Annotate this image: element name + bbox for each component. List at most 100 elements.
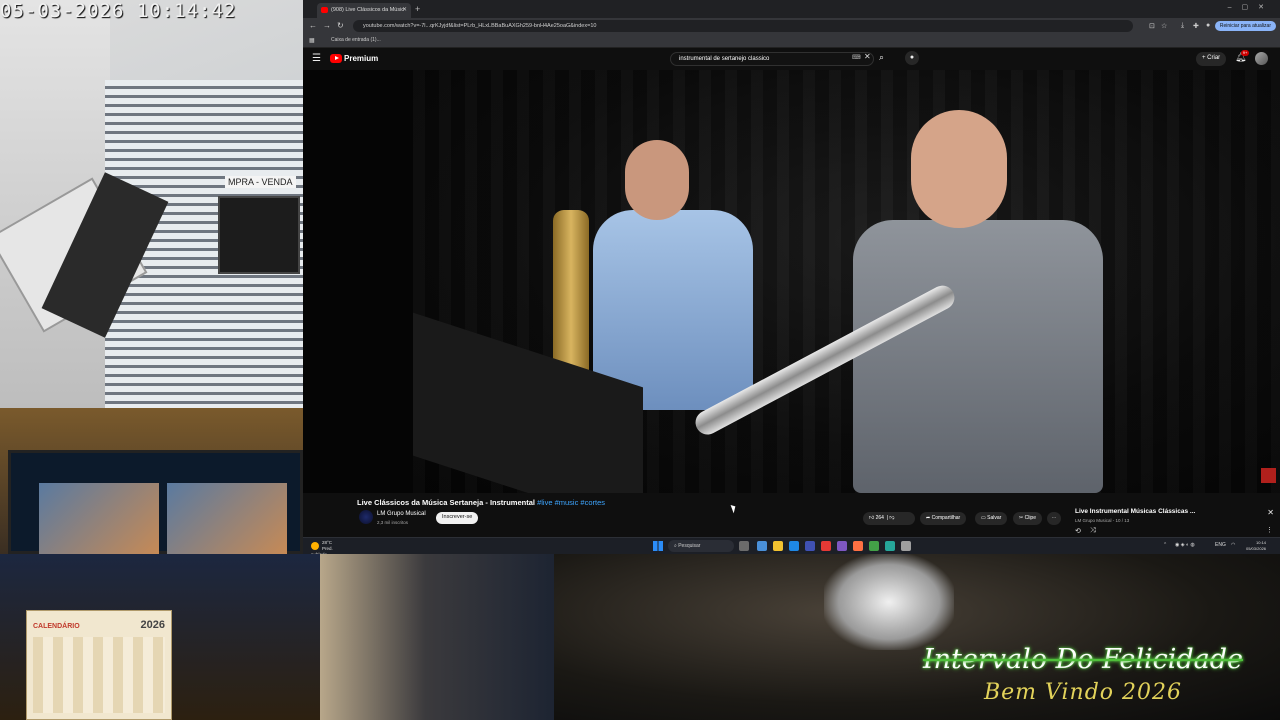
taskbar-app-icon[interactable] [757, 541, 767, 551]
like-button[interactable]: 👍︎ 264 | 👎︎ [863, 512, 915, 525]
save-icon: ▭ [981, 515, 986, 521]
playlist-title[interactable]: Live Instrumental Músicas Clássicas ... [1075, 508, 1195, 515]
video-title-text: Live Clássicos da Música Sertaneja - Ins… [357, 498, 535, 507]
window-controls[interactable]: –▢✕ [1228, 3, 1274, 11]
weather-sun-icon [311, 542, 319, 550]
stream-overlay-subtitle: Bem Vindo 2026 [983, 680, 1183, 705]
clear-search-icon[interactable]: ✕ [864, 52, 871, 61]
file-explorer-icon[interactable] [773, 541, 783, 551]
bookmark-inbox[interactable]: Caixa de entrada (1)... [331, 37, 381, 43]
video-hashtags[interactable]: #live #music #cortes [537, 498, 605, 507]
cast-icon[interactable]: ⊡ [1149, 22, 1155, 30]
youtube-favicon-icon [321, 7, 328, 13]
youtube-header: ☰ Premium instrumental de sertanejo clas… [303, 48, 1280, 70]
bookmark-star-icon[interactable]: ☆ [1161, 22, 1167, 30]
windows-taskbar: 28°C Pred. nublado ⌕ Pesquisar ⌃ ◉ ◈ ◐ ◍… [303, 537, 1280, 554]
bookmarks-bar: ▦ Caixa de entrada (1)... [303, 34, 1280, 48]
video-title: Live Clássicos da Música Sertaneja - Ins… [357, 498, 605, 507]
share-button[interactable]: ➦ Compartilhar [920, 512, 967, 525]
stream-overlay-title: Intervalo Do Felicidade [922, 644, 1243, 675]
video-player[interactable] [303, 70, 1280, 493]
create-button[interactable]: + Criar [1196, 52, 1227, 66]
calendar-grid [33, 637, 165, 713]
taskbar-app-icon[interactable] [821, 541, 831, 551]
share-icon: ➦ [926, 515, 931, 521]
save-button[interactable]: ▭ Salvar [975, 512, 1008, 525]
screen: MPRA - VENDA 05-03-2026 10:14:42 CALENDÁ… [0, 0, 1280, 720]
chrome-icon[interactable] [869, 541, 879, 551]
taskbar-app-icon[interactable] [885, 541, 895, 551]
taskbar-clock[interactable]: 10:14 05/03/2026 [1246, 540, 1266, 552]
youtube-logo-icon[interactable] [330, 54, 342, 63]
calendar-title: CALENDÁRIO [33, 623, 80, 630]
restart-update-button[interactable]: Reiniciar para atualizar [1214, 21, 1276, 31]
tray-chevron-icon[interactable]: ⌃ [1163, 542, 1167, 548]
language-indicator[interactable]: ENG [1215, 542, 1226, 548]
subscribe-button[interactable]: Inscrever-se [436, 512, 479, 524]
microphone-icon[interactable]: ● [905, 51, 919, 65]
light-source [824, 554, 954, 650]
shop-sign: MPRA - VENDA [225, 176, 296, 188]
channel-subscribers: 2,3 mil inscritos [377, 520, 409, 525]
weather-widget[interactable]: 28°C Pred. nublado [311, 540, 339, 554]
monitor-tile [167, 483, 287, 554]
playlist-more-icon[interactable]: ⋮ [1266, 526, 1273, 534]
monitor-tile [39, 483, 159, 554]
channel-name[interactable]: LM Grupo Musical [377, 511, 426, 517]
task-view-icon[interactable] [739, 541, 749, 551]
reload-icon[interactable]: ↻ [337, 21, 344, 30]
playlist-panel: Live Instrumental Músicas Clássicas ... … [1065, 503, 1280, 539]
notification-badge: 9+ [1241, 50, 1249, 56]
network-volume-icon[interactable]: ◠ [1231, 542, 1235, 548]
channel-avatar[interactable] [359, 510, 373, 524]
taskbar-search[interactable]: ⌕ Pesquisar [668, 540, 734, 552]
trumpeter-head [911, 110, 1007, 228]
playlist-close-icon[interactable]: ✕ [1267, 508, 1274, 517]
room-camera-feed [0, 408, 303, 554]
taskbar-app-icon[interactable] [837, 541, 847, 551]
taskbar-app-icon[interactable] [853, 541, 863, 551]
tab-youtube[interactable]: (908) Live Clássicos da Músic ✕ [317, 3, 411, 18]
more-actions-icon[interactable]: ⋯ [1047, 512, 1061, 525]
keyboard-icon[interactable]: ⌨ [852, 54, 861, 61]
desk-calendar: CALENDÁRIO 2026 [26, 610, 172, 720]
search-icon[interactable]: ⌕ [879, 52, 884, 63]
edge-browser-icon[interactable] [789, 541, 799, 551]
apps-grid-icon[interactable]: ▦ [309, 37, 315, 44]
channel-watermark [1261, 468, 1276, 483]
save-label: Salvar [987, 515, 1002, 521]
tab-close-icon[interactable]: ✕ [402, 6, 407, 13]
download-icon[interactable]: ⤓ [1181, 22, 1184, 30]
url-field[interactable]: youtube.com/watch?v=-7l...qrKJyjdf&list=… [353, 20, 1133, 32]
taskbar-search-placeholder: Pesquisar [678, 543, 701, 549]
store-icon[interactable] [805, 541, 815, 551]
trumpeter [853, 220, 1103, 493]
search-input[interactable]: instrumental de sertanejo classico [670, 52, 874, 66]
clip-button[interactable]: ✂ Clipe [1013, 512, 1042, 525]
loop-icon[interactable]: ⟲ [1075, 527, 1081, 535]
tab-title: (908) Live Clássicos da Músic [331, 7, 405, 13]
account-avatar[interactable] [1255, 52, 1268, 65]
dislike-icon[interactable]: | 👎︎ [885, 515, 895, 521]
browser-window: (908) Live Clássicos da Músic ✕ + –▢✕ ← … [303, 0, 1280, 554]
background-monitor [8, 450, 303, 554]
clip-label: Clipe [1024, 515, 1036, 521]
forward-icon[interactable]: → [323, 21, 331, 30]
create-label: Criar [1207, 55, 1221, 61]
scissors-icon: ✂ [1019, 515, 1024, 521]
new-tab-icon[interactable]: + [415, 4, 420, 14]
shuffle-icon[interactable]: ⤨ [1090, 527, 1096, 535]
security-camera-feed-top: MPRA - VENDA 05-03-2026 10:14:42 [0, 0, 303, 408]
desk-middle [320, 554, 554, 720]
camera-timestamp: 05-03-2026 10:14:42 [0, 0, 237, 22]
youtube-brand-label[interactable]: Premium [344, 54, 378, 63]
profile-icon[interactable]: ● [1206, 22, 1210, 29]
clock-date: 05/03/2026 [1246, 546, 1267, 551]
extensions-icon[interactable]: ✚ [1193, 22, 1199, 30]
hamburger-menu-icon[interactable]: ☰ [312, 53, 321, 64]
back-icon[interactable]: ← [309, 21, 317, 30]
windows-start-icon[interactable] [653, 541, 663, 551]
tray-app-icons[interactable]: ◉ ◈ ◐ ◍ [1175, 542, 1195, 548]
settings-gear-icon[interactable] [901, 541, 911, 551]
like-icon: 👍︎ [869, 515, 875, 521]
